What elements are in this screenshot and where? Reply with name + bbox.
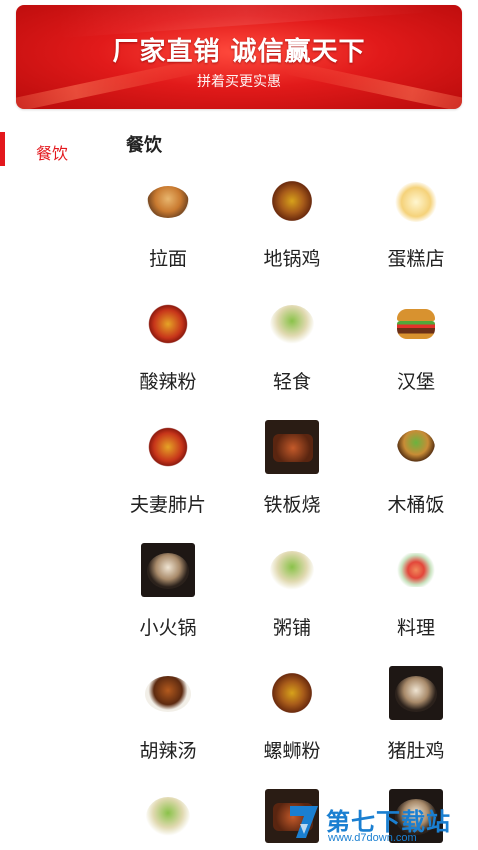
porridge-icon: [265, 543, 319, 597]
spicy-soup-icon: [141, 666, 195, 720]
category-label: 猪肚鸡: [387, 740, 445, 762]
category-item[interactable]: 木桶饭: [354, 420, 478, 517]
category-label: 酸辣粉: [139, 371, 197, 393]
salad-icon: [265, 297, 319, 351]
category-item[interactable]: 地锅鸡: [230, 174, 354, 271]
watermark-logo-icon: [290, 806, 318, 838]
category-label: 粥铺: [272, 617, 311, 639]
promo-banner[interactable]: 厂家直销 诚信赢天下 拼着买更实惠: [16, 5, 462, 109]
cuisine-icon: [389, 543, 443, 597]
pork-tripe-chicken-icon: [389, 666, 443, 720]
banner-subtitle: 拼着买更实惠: [197, 74, 281, 90]
watermark-url: www.d7down.com: [328, 832, 417, 844]
hot-sour-noodles-icon: [141, 297, 195, 351]
category-item[interactable]: 蛋糕店: [354, 174, 478, 271]
category-item[interactable]: 铁板烧: [230, 420, 354, 517]
category-item[interactable]: 猪肚鸡: [354, 666, 478, 763]
site-watermark: 第七下载站 www.d7down.com: [286, 800, 476, 846]
bucket-rice-icon: [389, 420, 443, 474]
sliced-beef-icon: [141, 420, 195, 474]
category-item[interactable]: 螺蛳粉: [230, 666, 354, 763]
category-label: 拉面: [148, 248, 187, 270]
category-item[interactable]: 胡辣汤: [106, 666, 230, 763]
category-label: 汉堡: [396, 371, 435, 393]
category-label: 料理: [396, 617, 435, 639]
pot-chicken-icon: [265, 174, 319, 228]
category-label: 地锅鸡: [263, 248, 321, 270]
category-item[interactable]: 夫妻肺片: [106, 420, 230, 517]
sidebar-active-indicator: [0, 132, 5, 166]
category-label: 轻食: [272, 371, 311, 393]
category-item[interactable]: 酸辣粉: [106, 297, 230, 394]
snail-noodles-icon: [265, 666, 319, 720]
sidebar-item-dining[interactable]: 餐饮: [36, 140, 68, 164]
soup-bowl-icon: [141, 789, 195, 843]
category-item[interactable]: 粥铺: [230, 543, 354, 640]
category-label: 夫妻肺片: [129, 494, 206, 516]
category-label: 胡辣汤: [139, 740, 197, 762]
burger-icon: [389, 297, 443, 351]
category-label: 铁板烧: [263, 494, 321, 516]
teppanyaki-icon: [265, 420, 319, 474]
category-label: 木桶饭: [387, 494, 445, 516]
category-item[interactable]: 汉堡: [354, 297, 478, 394]
category-item[interactable]: 拉面: [106, 174, 230, 271]
banner-title: 厂家直销 诚信赢天下: [112, 37, 366, 67]
cake-icon: [389, 174, 443, 228]
ramen-icon: [141, 174, 195, 228]
category-label: 螺蛳粉: [263, 740, 321, 762]
category-item[interactable]: 小火锅: [106, 543, 230, 640]
category-label: 小火锅: [139, 617, 197, 639]
section-title: 餐饮: [126, 135, 162, 156]
category-item[interactable]: 料理: [354, 543, 478, 640]
category-item[interactable]: 轻食: [230, 297, 354, 394]
category-item[interactable]: [106, 789, 230, 843]
hotpot-icon: [141, 543, 195, 597]
category-label: 蛋糕店: [387, 248, 445, 270]
